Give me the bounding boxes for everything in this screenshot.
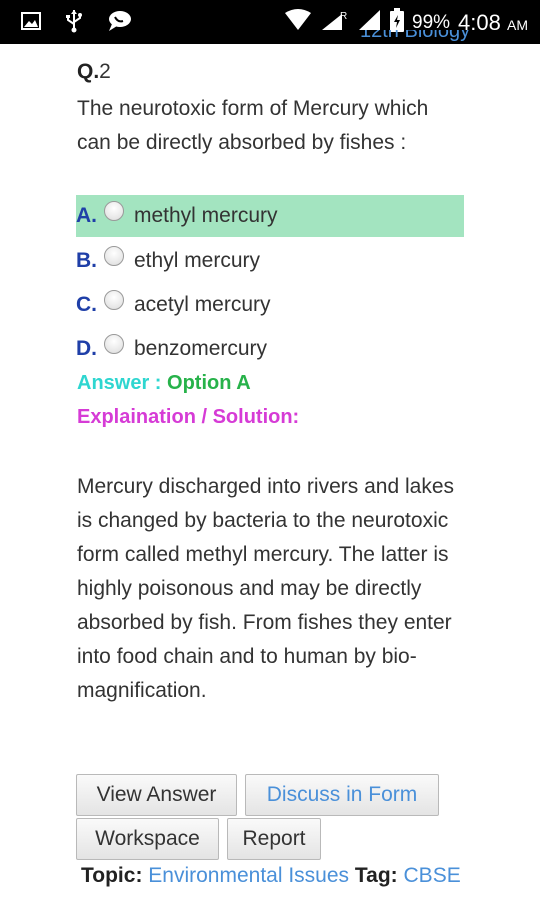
question-text: The neurotoxic form of Mercury which can… (77, 97, 429, 154)
explanation-text: Mercury discharged into rivers and lakes… (77, 475, 454, 702)
view-answer-button[interactable]: View Answer (76, 774, 237, 816)
topic-tag-line: Topic: Environmental Issues Tag: CBSE (81, 864, 461, 888)
chat-icon (106, 9, 132, 38)
status-left-icons (20, 9, 132, 38)
option-d[interactable]: D. benzomercury (76, 328, 464, 370)
answer-label: Answer : (77, 372, 168, 394)
radio-button-icon[interactable] (104, 201, 124, 221)
answer-line: Answer : Option A (77, 372, 251, 395)
gallery-icon (20, 10, 42, 37)
subject-link-label: 12th Biology (360, 30, 471, 42)
clock-ampm: AM (507, 16, 528, 33)
usb-icon (64, 9, 84, 38)
discuss-in-form-button[interactable]: Discuss in Form (245, 774, 439, 816)
option-label: ethyl mercury (134, 249, 261, 272)
tag-label: Tag: (354, 864, 398, 887)
option-label: benzomercury (134, 337, 268, 360)
question-number-value: 2 (99, 60, 111, 83)
option-label: methyl mercury (134, 204, 278, 227)
option-a[interactable]: A. methyl mercury (76, 195, 464, 237)
topic-link[interactable]: Environmental Issues (148, 864, 349, 887)
radio-button-icon[interactable] (104, 334, 124, 354)
workspace-button[interactable]: Workspace (76, 818, 219, 860)
option-label: acetyl mercury (134, 293, 271, 316)
option-b[interactable]: B. ethyl mercury (76, 240, 464, 282)
roaming-signal-icon: R (320, 8, 350, 37)
explanation-heading: Explaination / Solution: (77, 406, 300, 428)
tag-link[interactable]: CBSE (404, 864, 461, 887)
option-letter: A. (76, 204, 97, 227)
option-letter: B. (76, 249, 97, 272)
answer-value: Option A (167, 372, 251, 394)
report-button[interactable]: Report (227, 818, 321, 860)
topic-label: Topic: (81, 864, 143, 887)
option-letter: D. (76, 337, 97, 360)
option-letter: C. (76, 293, 97, 316)
svg-text:R: R (340, 11, 347, 22)
question-prefix: Q. (77, 60, 100, 83)
radio-button-icon[interactable] (104, 290, 124, 310)
question-number: Q.2 (77, 60, 111, 84)
radio-button-icon[interactable] (104, 246, 124, 266)
subject-link[interactable]: 12th Biology (360, 30, 470, 44)
wifi-icon (284, 9, 312, 36)
option-c[interactable]: C. acetyl mercury (76, 284, 464, 326)
